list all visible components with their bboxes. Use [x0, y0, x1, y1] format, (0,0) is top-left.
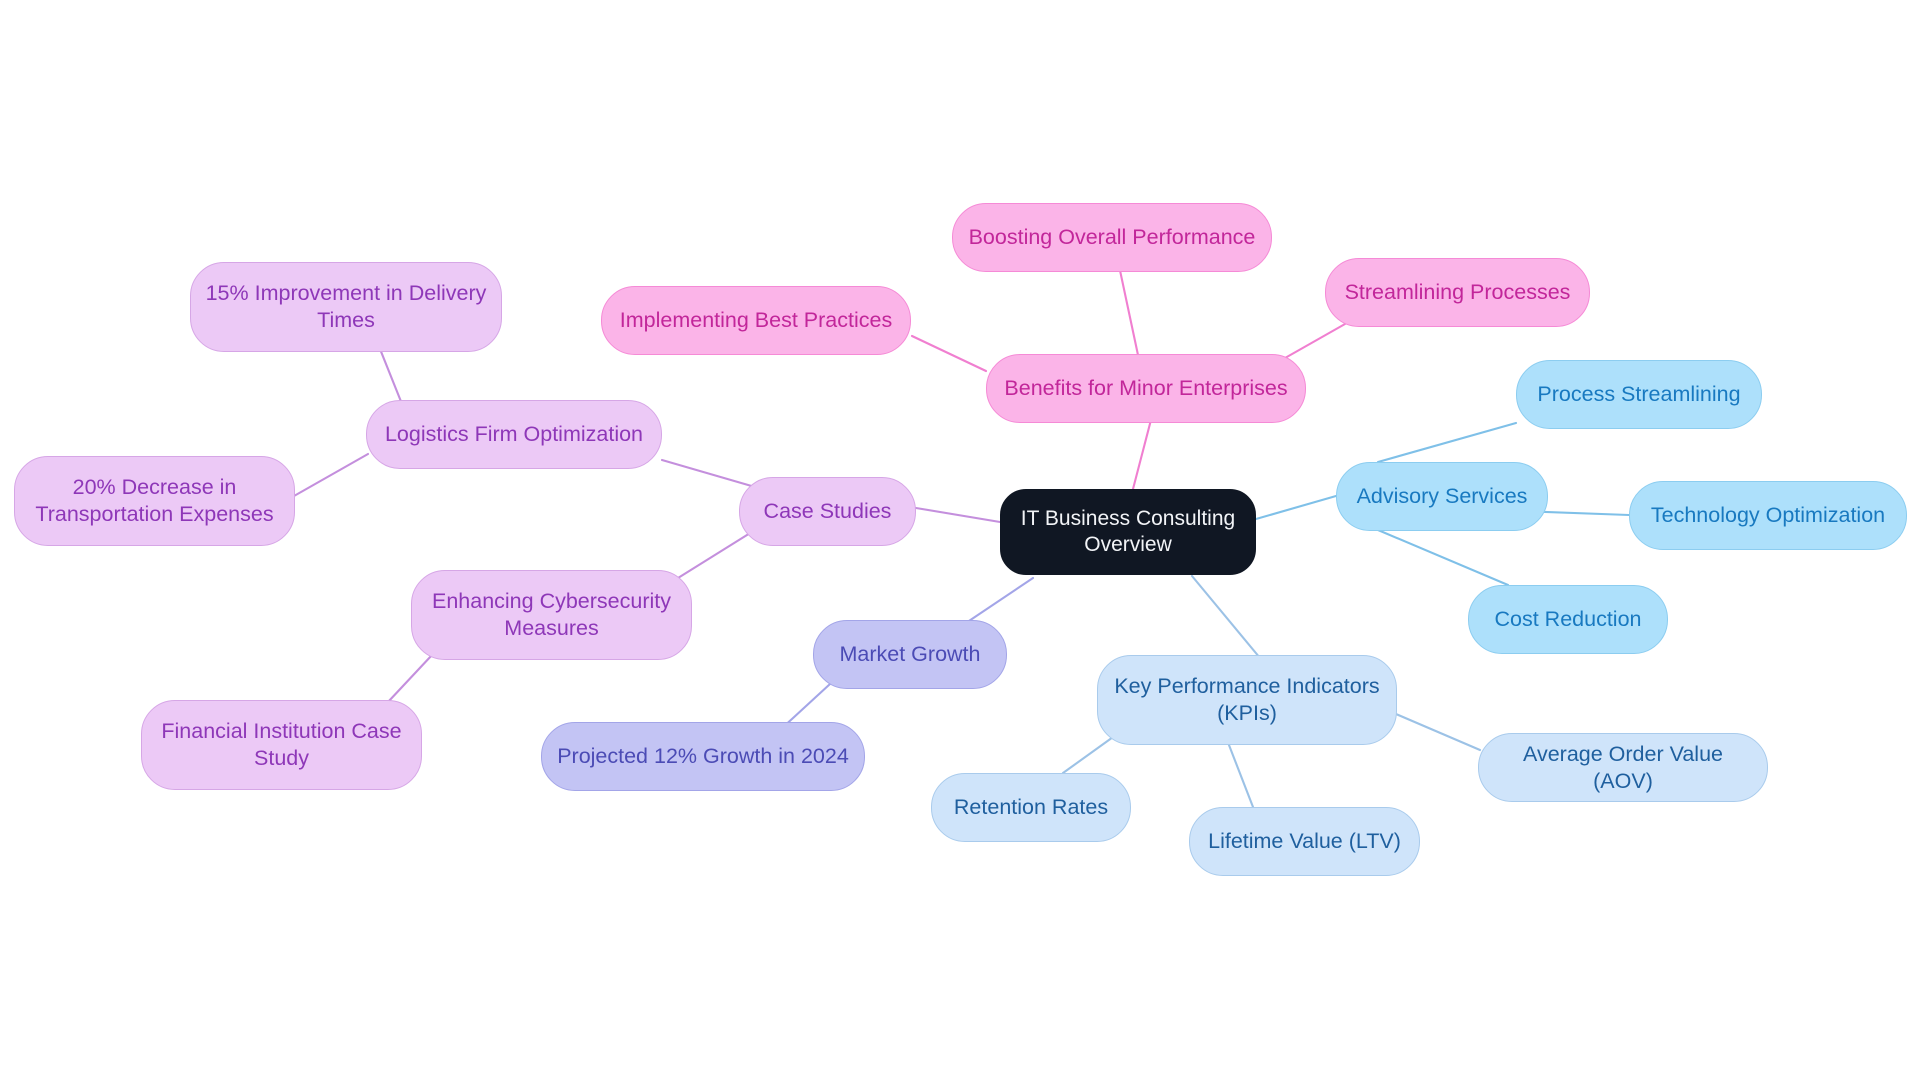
node-delivery-improvement[interactable]: 15% Improvement in Delivery Times — [190, 262, 502, 352]
node-market-growth-label: Market Growth — [839, 642, 981, 667]
edge-benefits-best-practices — [910, 334, 988, 373]
edge-root-case-studies — [914, 506, 1002, 524]
node-benefits-minor-enterprises-label: Benefits for Minor Enterprises — [1004, 376, 1288, 401]
node-retention-rates-label: Retention Rates — [953, 795, 1109, 820]
edge-layer — [292, 259, 1631, 809]
node-streamlining-processes[interactable]: Streamlining Processes — [1325, 258, 1590, 327]
node-process-streamlining-label: Process Streamlining — [1537, 382, 1741, 407]
node-advisory-services-label: Advisory Services — [1356, 484, 1528, 509]
node-lifetime-value[interactable]: Lifetime Value (LTV) — [1189, 807, 1420, 876]
node-financial-institution-label: Financial Institution Case Study — [161, 719, 402, 770]
edge-case-studies-cybersecurity — [676, 528, 757, 580]
node-root[interactable]: IT Business Consulting Overview — [1000, 489, 1256, 575]
node-average-order-value-label: Average Order Value (AOV) — [1523, 741, 1723, 793]
edge-advisory-process-streamlining — [1376, 421, 1518, 464]
edge-benefits-streamlining — [1276, 322, 1347, 364]
node-transportation-decrease-label: 20% Decrease in Transportation Expenses — [35, 475, 274, 526]
node-boosting-performance[interactable]: Boosting Overall Performance — [952, 203, 1272, 272]
node-logistics-firm-optimization-label: Logistics Firm Optimization — [384, 422, 644, 447]
node-logistics-firm-optimization[interactable]: Logistics Firm Optimization — [366, 400, 662, 469]
node-transportation-decrease[interactable]: 20% Decrease in Transportation Expenses — [14, 456, 295, 546]
node-enhancing-cybersecurity[interactable]: Enhancing Cybersecurity Measures — [411, 570, 692, 660]
node-streamlining-processes-label: Streamlining Processes — [1344, 280, 1571, 305]
node-cost-reduction-label: Cost Reduction — [1494, 607, 1642, 632]
node-key-performance-indicators[interactable]: Key Performance Indicators (KPIs) — [1097, 655, 1397, 745]
node-technology-optimization[interactable]: Technology Optimization — [1629, 481, 1907, 550]
node-case-studies[interactable]: Case Studies — [739, 477, 916, 546]
node-implementing-best-practices-label: Implementing Best Practices — [619, 308, 893, 333]
edge-case-studies-logistics — [660, 458, 757, 489]
node-retention-rates[interactable]: Retention Rates — [931, 773, 1131, 842]
node-cost-reduction[interactable]: Cost Reduction — [1468, 585, 1668, 654]
edge-logistics-transportation — [292, 452, 370, 498]
mindmap-canvas: IT Business Consulting Overview Advisory… — [0, 0, 1920, 1083]
edge-root-kpis — [1190, 574, 1262, 660]
node-root-label: IT Business Consulting Overview — [1020, 506, 1236, 556]
node-projected-growth[interactable]: Projected 12% Growth in 2024 — [541, 722, 865, 791]
node-boosting-performance-label: Boosting Overall Performance — [968, 225, 1256, 250]
node-key-performance-indicators-label: Key Performance Indicators (KPIs) — [1114, 674, 1380, 725]
node-technology-optimization-label: Technology Optimization — [1650, 503, 1886, 528]
node-process-streamlining[interactable]: Process Streamlining — [1516, 360, 1762, 429]
node-market-growth[interactable]: Market Growth — [813, 620, 1007, 689]
node-enhancing-cybersecurity-label: Enhancing Cybersecurity Measures — [431, 589, 671, 640]
edge-root-benefits — [1131, 414, 1154, 491]
node-projected-growth-label: Projected 12% Growth in 2024 — [557, 744, 849, 769]
node-delivery-improvement-label: 15% Improvement in Delivery Times — [205, 281, 487, 332]
node-case-studies-label: Case Studies — [763, 499, 892, 524]
node-advisory-services[interactable]: Advisory Services — [1336, 462, 1548, 531]
edge-kpis-average-order-value — [1394, 712, 1482, 752]
edge-root-advisory — [1254, 494, 1338, 521]
node-lifetime-value-label: Lifetime Value (LTV) — [1208, 829, 1401, 854]
node-implementing-best-practices[interactable]: Implementing Best Practices — [601, 286, 911, 355]
edge-cybersecurity-financial — [386, 653, 434, 704]
node-average-order-value[interactable]: Average Order Value (AOV) — [1478, 733, 1768, 802]
node-financial-institution[interactable]: Financial Institution Case Study — [141, 700, 422, 790]
node-benefits-minor-enterprises[interactable]: Benefits for Minor Enterprises — [986, 354, 1306, 423]
edge-advisory-cost-reduction — [1376, 528, 1510, 587]
edge-benefits-boosting — [1116, 259, 1140, 357]
